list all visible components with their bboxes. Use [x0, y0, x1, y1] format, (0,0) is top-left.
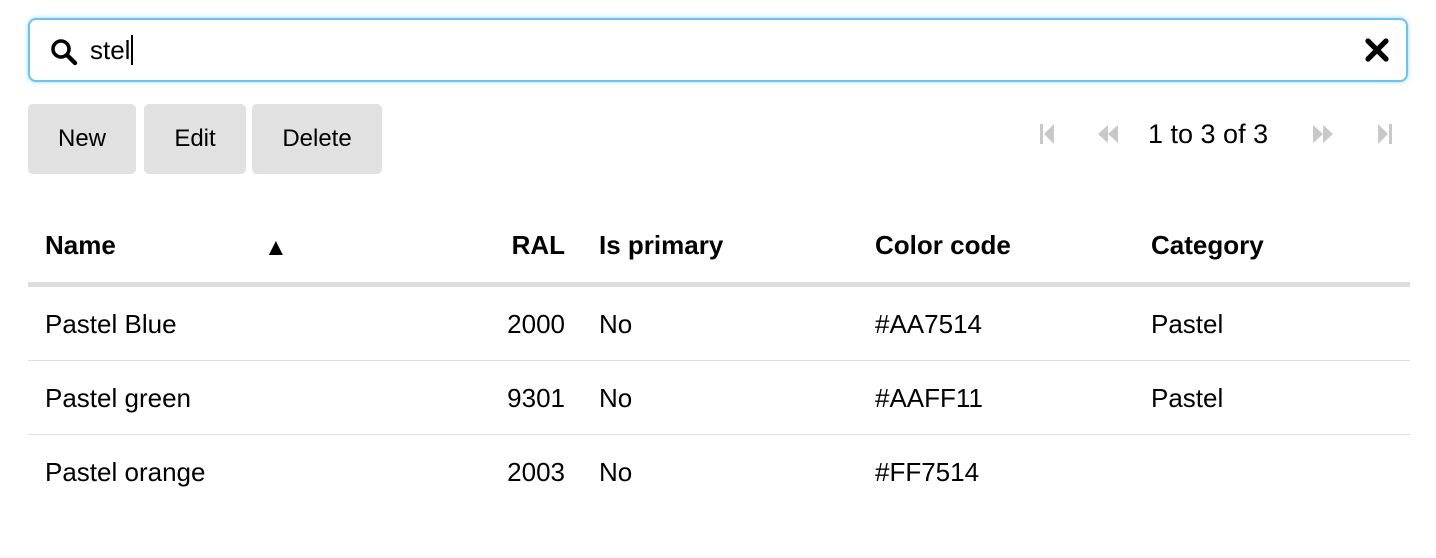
table-row[interactable]: Pastel Blue 2000 No #AA7514 Pastel — [28, 287, 1410, 361]
close-icon[interactable] — [1364, 37, 1390, 63]
cell-category: Pastel — [1151, 309, 1224, 339]
cell-is-primary: No — [599, 383, 633, 413]
cell-name: Pastel green — [45, 383, 191, 413]
cell-name: Pastel orange — [45, 457, 206, 487]
last-page-icon[interactable] — [1376, 120, 1394, 148]
cell-is-primary: No — [599, 309, 633, 339]
column-header-ral[interactable]: RAL — [512, 230, 565, 261]
cell-ral: 2000 — [507, 309, 565, 339]
edit-button[interactable]: Edit — [144, 104, 246, 174]
table-row[interactable]: Pastel orange 2003 No #FF7514 — [28, 435, 1410, 509]
delete-button[interactable]: Delete — [252, 104, 382, 174]
pager-status: 1 to 3 of 3 — [1148, 119, 1269, 149]
search-input-value: stel — [90, 35, 131, 65]
delete-button-label: Delete — [282, 125, 352, 152]
cell-ral: 9301 — [507, 383, 565, 413]
cell-ral: 2003 — [507, 457, 565, 487]
column-header-name[interactable]: Name — [45, 230, 116, 261]
cell-category: Pastel — [1151, 383, 1224, 413]
text-caret — [131, 35, 134, 65]
table-row[interactable]: Pastel green 9301 No #AAFF11 Pastel — [28, 361, 1410, 435]
search-box[interactable]: stel — [28, 18, 1408, 82]
sort-ascending-icon[interactable]: ▲ — [264, 234, 288, 262]
first-page-icon[interactable] — [1038, 120, 1056, 148]
search-icon — [51, 39, 78, 66]
cell-name: Pastel Blue — [45, 309, 177, 339]
column-header-is-primary[interactable]: Is primary — [599, 230, 723, 261]
next-page-icon[interactable] — [1311, 120, 1335, 148]
cell-color-code: #FF7514 — [875, 457, 980, 487]
previous-page-icon[interactable] — [1096, 120, 1120, 148]
new-button[interactable]: New — [28, 104, 136, 174]
column-header-color-code[interactable]: Color code — [875, 230, 1011, 261]
column-header-category[interactable]: Category — [1151, 230, 1264, 261]
new-button-label: New — [57, 125, 106, 152]
edit-button-label: Edit — [174, 125, 216, 152]
cell-is-primary: No — [599, 457, 633, 487]
cell-color-code: #AA7514 — [875, 309, 982, 339]
search-input[interactable]: stel — [90, 28, 1350, 72]
cell-color-code: #AAFF11 — [875, 383, 983, 413]
